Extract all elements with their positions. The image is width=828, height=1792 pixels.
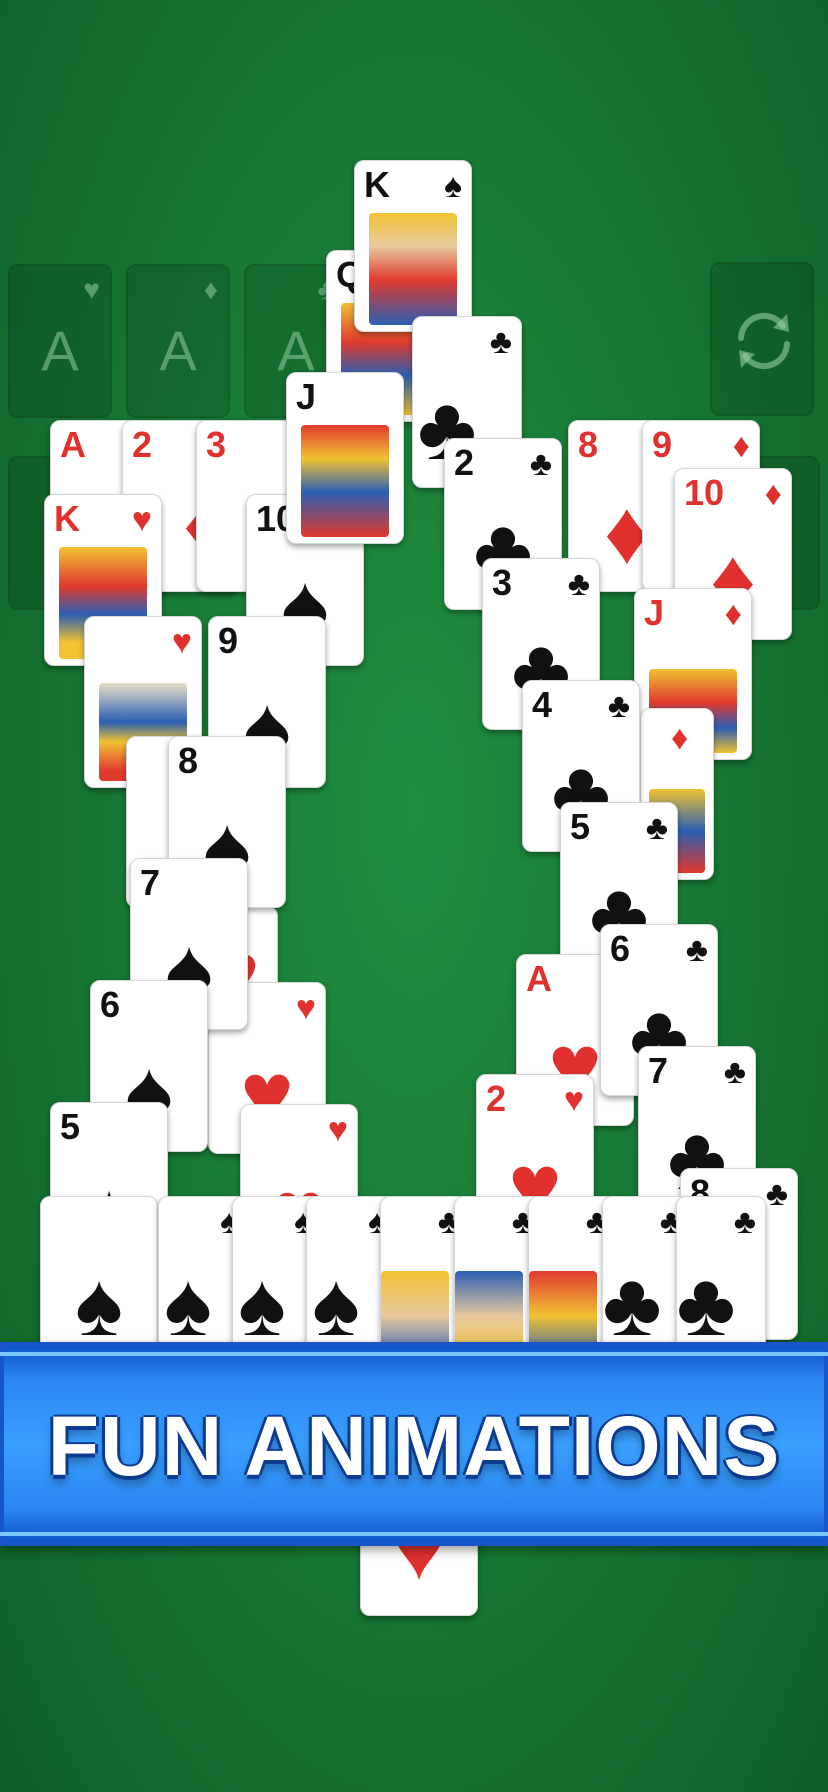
club-icon: ♣: [765, 1175, 788, 1213]
heart-icon: ♥: [563, 1081, 584, 1119]
heart-icon: ♥: [83, 274, 100, 305]
card-rank: 6: [610, 928, 631, 969]
foundation-rank: A: [159, 319, 197, 382]
spade-icon: ♠: [443, 167, 462, 205]
diamond-icon: ♦: [203, 274, 218, 305]
card-rank: 9: [218, 620, 239, 661]
card-rank: K: [364, 164, 390, 205]
card-rank: 3: [206, 424, 227, 465]
card-rank: 2: [454, 442, 475, 483]
club-icon: ♣: [567, 565, 590, 603]
card-J-spades[interactable]: J: [286, 372, 404, 544]
card-rank: J: [644, 592, 665, 633]
card-rank: 8: [178, 740, 199, 781]
card-rank: 3: [492, 562, 513, 603]
diamond-icon: ♦: [732, 427, 750, 465]
card-rank: 4: [532, 684, 553, 725]
card-K-spades[interactable]: K ♠: [354, 160, 472, 332]
stock-recycle-button[interactable]: [710, 262, 814, 416]
heart-icon: ♥: [131, 501, 152, 539]
club-icon: ♣: [645, 809, 668, 847]
banner-title: FUN ANIMATIONS: [47, 1399, 781, 1493]
card-rank: 5: [60, 1106, 81, 1147]
card-rank: 8: [578, 424, 599, 465]
foundation-rank: A: [41, 319, 79, 382]
card-rank: 6: [100, 984, 121, 1025]
card-rank: 7: [140, 862, 161, 903]
club-icon: ♣: [529, 445, 552, 483]
heart-icon: ♥: [295, 989, 316, 1027]
recycle-icon: [738, 312, 790, 370]
foundation-slot-diamonds[interactable]: ♦ A: [126, 264, 230, 418]
diamond-icon: ♦: [671, 719, 689, 757]
diamond-icon: ♦: [724, 595, 742, 633]
card-rank: 2: [132, 424, 153, 465]
card-rank: J: [296, 376, 317, 417]
diamond-icon: ♦: [764, 475, 782, 513]
club-icon: ♣: [676, 1255, 736, 1355]
club-icon: ♣: [685, 931, 708, 969]
heart-icon: ♥: [327, 1111, 348, 1149]
foundation-slot-hearts[interactable]: ♥ A: [8, 264, 112, 418]
king-face-art: [369, 213, 457, 325]
card-rank: 2: [486, 1078, 507, 1119]
promo-banner: FUN ANIMATIONS: [0, 1342, 828, 1546]
spade-icon: ♠: [75, 1255, 123, 1355]
heart-icon: ♥: [171, 623, 192, 661]
club-icon: ♣: [489, 323, 512, 361]
card-rank: K: [54, 498, 80, 539]
card-rank: 7: [648, 1050, 669, 1091]
jack-face-art: [301, 425, 389, 537]
card-rank: 9: [652, 424, 673, 465]
club-icon: ♣: [607, 687, 630, 725]
card-rank: 5: [570, 806, 591, 847]
card-rank: A: [60, 424, 86, 465]
club-icon: ♣: [733, 1203, 756, 1241]
card-rank: A: [526, 958, 552, 999]
card-rank: 10: [684, 472, 725, 513]
club-icon: ♣: [723, 1053, 746, 1091]
